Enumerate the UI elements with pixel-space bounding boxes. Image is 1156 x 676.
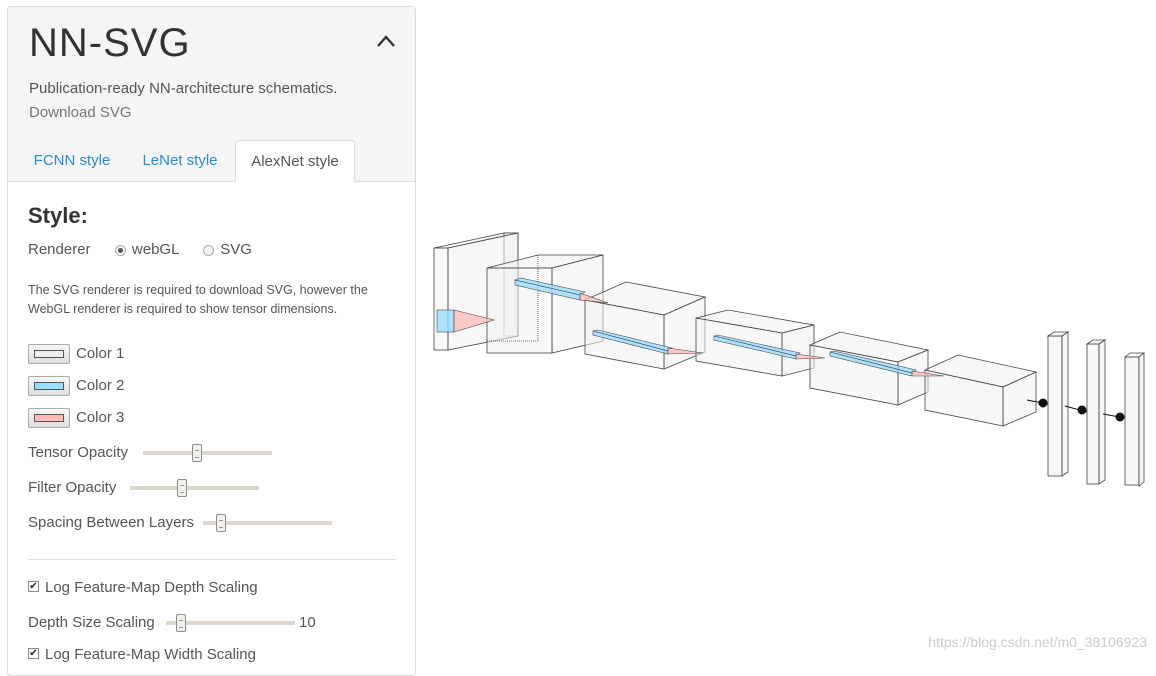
log-width-label: Log Feature-Map Width Scaling <box>45 646 256 663</box>
color-3-swatch <box>34 414 64 423</box>
tab-fcnn-style[interactable]: FCNN style <box>24 140 120 181</box>
filter-opacity-row: Filter Opacity <box>28 477 288 499</box>
conv2-tensor <box>583 281 707 370</box>
color-1-swatch <box>34 350 64 359</box>
depth-scaling-row: Depth Size Scaling 10 <box>28 612 328 634</box>
dense-layer-3 <box>1123 352 1146 487</box>
color-3-row: Color 3 <box>28 407 124 429</box>
dense-layer-1 <box>1046 331 1070 477</box>
style-tabs: FCNN style LeNet style AlexNet style <box>8 140 415 182</box>
dense-node-2 <box>1077 405 1087 415</box>
tensor-opacity-thumb[interactable] <box>192 444 203 462</box>
renderer-note: The SVG renderer is required to download… <box>28 283 368 316</box>
chevron-up-icon[interactable] <box>375 33 397 49</box>
dense-node-3 <box>1115 412 1125 422</box>
filter-opacity-label: Filter Opacity <box>28 479 117 496</box>
color-1-picker[interactable] <box>28 344 70 365</box>
depth-scaling-value: 10 <box>299 614 316 631</box>
control-panel: NN-SVG Publication-ready NN-architecture… <box>7 6 416 676</box>
download-svg-link[interactable]: Download SVG <box>29 104 132 121</box>
renderer-label: Renderer <box>28 241 91 258</box>
app-subtitle: Publication-ready NN-architecture schema… <box>29 80 338 97</box>
layer-spacing-thumb[interactable] <box>216 514 227 532</box>
section-divider <box>28 559 396 560</box>
dense-node-1 <box>1038 398 1048 408</box>
color-2-picker[interactable] <box>28 376 70 397</box>
color-2-row: Color 2 <box>28 375 124 397</box>
color-3-label: Color 3 <box>76 409 125 426</box>
log-depth-row: ✔ Log Feature-Map Depth Scaling <box>28 578 258 598</box>
renderer-row: Renderer webGL SVG <box>28 241 252 258</box>
log-width-row: ✔ Log Feature-Map Width Scaling <box>28 645 256 665</box>
conv5-tensor <box>923 354 1038 427</box>
depth-scaling-label: Depth Size Scaling <box>28 614 155 631</box>
tab-alexnet-style[interactable]: AlexNet style <box>235 140 355 182</box>
log-depth-label: Log Feature-Map Depth Scaling <box>45 579 258 596</box>
dense-layer-2 <box>1085 339 1107 485</box>
renderer-svg-radio[interactable] <box>203 244 215 256</box>
filter-opacity-track[interactable] <box>130 486 259 490</box>
color-2-label: Color 2 <box>76 377 125 394</box>
tab-lenet-style[interactable]: LeNet style <box>132 140 228 181</box>
renderer-webgl-radio[interactable] <box>114 244 126 256</box>
color-1-label: Color 1 <box>76 345 125 362</box>
panel-header: NN-SVG Publication-ready NN-architecture… <box>8 7 415 182</box>
color-1-row: Color 1 <box>28 343 124 365</box>
layer-spacing-row: Spacing Between Layers <box>28 512 348 534</box>
color-2-swatch <box>34 382 64 391</box>
style-heading: Style: <box>28 203 88 228</box>
renderer-svg-label: SVG <box>220 241 252 258</box>
color-3-picker[interactable] <box>28 408 70 429</box>
log-depth-checkbox[interactable]: ✔ <box>28 580 39 592</box>
tensor-opacity-row: Tensor Opacity <box>28 442 288 464</box>
tensor-opacity-label: Tensor Opacity <box>28 444 129 461</box>
log-width-checkbox[interactable]: ✔ <box>28 647 39 659</box>
tensor-opacity-track[interactable] <box>143 451 272 455</box>
network-diagram <box>433 232 1146 487</box>
renderer-webgl-label: webGL <box>131 241 179 258</box>
layer-spacing-label: Spacing Between Layers <box>28 514 194 531</box>
input-filter <box>436 309 455 333</box>
filter-opacity-thumb[interactable] <box>176 479 187 497</box>
depth-scaling-thumb[interactable] <box>176 614 187 632</box>
watermark: https://blog.csdn.net/m0_38106923 <box>928 634 1147 650</box>
app-title: NN-SVG <box>29 21 191 65</box>
